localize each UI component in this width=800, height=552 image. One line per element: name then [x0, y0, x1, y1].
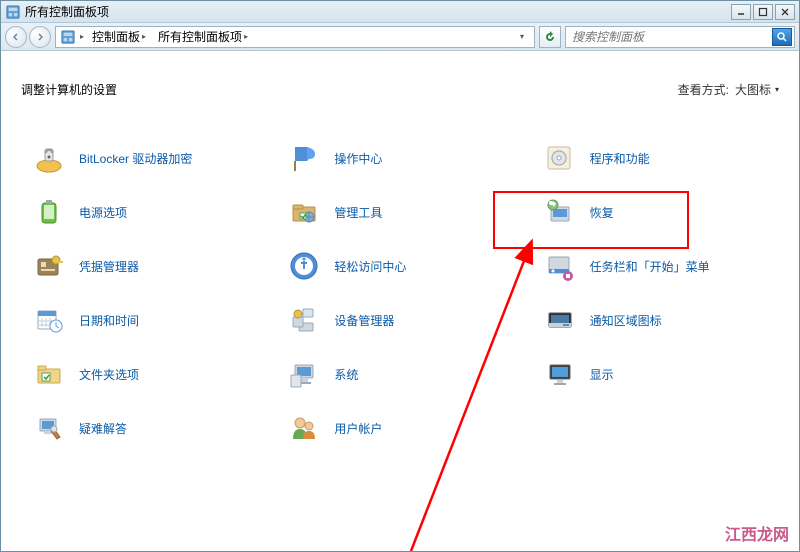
- minimize-button[interactable]: [731, 4, 751, 20]
- chevron-right-icon[interactable]: ▸: [142, 32, 146, 41]
- titlebar: 所有控制面板项: [1, 1, 799, 23]
- cp-item-label: 电源选项: [79, 204, 127, 221]
- items-grid: BitLocker 驱动器加密 操作中心 程序和功能 电源选项 管理工具 恢复 …: [21, 138, 779, 448]
- breadcrumb[interactable]: ▸ 控制面板 ▸ 所有控制面板项 ▸ ▾: [55, 26, 535, 48]
- taskbar-icon: [542, 248, 578, 284]
- admin-tools-icon: [286, 194, 322, 230]
- cp-item-label: BitLocker 驱动器加密: [79, 150, 192, 167]
- cp-item-label: 轻松访问中心: [334, 258, 406, 275]
- watermark: 江西龙网: [725, 521, 789, 545]
- cp-item-label: 文件夹选项: [79, 366, 139, 383]
- cp-item-label: 通知区域图标: [590, 312, 662, 329]
- nav-forward-button[interactable]: [29, 26, 51, 48]
- cp-item-action-center[interactable]: 操作中心: [282, 138, 517, 178]
- cp-item-label: 管理工具: [334, 204, 382, 221]
- cp-item-device-mgr[interactable]: 设备管理器: [282, 300, 517, 340]
- power-icon: [31, 194, 67, 230]
- refresh-button[interactable]: [539, 26, 561, 48]
- bitlocker-icon: [31, 140, 67, 176]
- view-value: 大图标: [735, 81, 771, 98]
- folder-icon: [31, 356, 67, 392]
- cp-item-label: 用户帐户: [334, 420, 382, 437]
- cp-item-programs[interactable]: 程序和功能: [538, 138, 773, 178]
- credentials-icon: [31, 248, 67, 284]
- troubleshoot-icon: [31, 410, 67, 446]
- cp-item-credentials[interactable]: 凭据管理器: [27, 246, 262, 286]
- breadcrumb-label: 控制面板: [92, 28, 140, 45]
- search-input[interactable]: [568, 30, 772, 44]
- window-controls: [731, 4, 795, 20]
- breadcrumb-label: 所有控制面板项: [158, 28, 242, 45]
- cp-item-notification[interactable]: 通知区域图标: [538, 300, 773, 340]
- recovery-icon: [542, 194, 578, 230]
- cp-item-user[interactable]: 用户帐户: [282, 408, 517, 448]
- cp-item-label: 程序和功能: [590, 150, 650, 167]
- breadcrumb-seg-all-items[interactable]: 所有控制面板项 ▸: [154, 26, 252, 47]
- cp-item-label: 疑难解答: [79, 420, 127, 437]
- control-panel-window: 所有控制面板项 ▸: [0, 0, 800, 552]
- cp-item-label: 设备管理器: [334, 312, 394, 329]
- system-icon: [286, 356, 322, 392]
- cp-item-datetime[interactable]: 日期和时间: [27, 300, 262, 340]
- cp-item-power[interactable]: 电源选项: [27, 192, 262, 232]
- control-panel-icon: [5, 4, 21, 20]
- view-control: 查看方式: 大图标 ▾: [678, 81, 779, 98]
- programs-icon: [542, 140, 578, 176]
- user-icon: [286, 410, 322, 446]
- cp-item-label: 显示: [590, 366, 614, 383]
- datetime-icon: [31, 302, 67, 338]
- notification-icon: [542, 302, 578, 338]
- cp-item-taskbar[interactable]: 任务栏和「开始」菜单: [538, 246, 773, 286]
- breadcrumb-seg-control-panel[interactable]: 控制面板 ▸: [88, 26, 150, 47]
- content-area: 调整计算机的设置 查看方式: 大图标 ▾ BitLocker 驱动器加密 操作中…: [1, 51, 799, 551]
- cp-item-display[interactable]: 显示: [538, 354, 773, 394]
- cp-item-admin-tools[interactable]: 管理工具: [282, 192, 517, 232]
- breadcrumb-dropdown-icon[interactable]: ▾: [514, 30, 530, 43]
- cp-item-label: 凭据管理器: [79, 258, 139, 275]
- cp-item-label: 恢复: [590, 204, 614, 221]
- nav-back-button[interactable]: [5, 26, 27, 48]
- cp-item-label: 任务栏和「开始」菜单: [590, 258, 710, 275]
- view-label: 查看方式:: [678, 81, 729, 98]
- close-button[interactable]: [775, 4, 795, 20]
- page-heading: 调整计算机的设置: [21, 81, 117, 98]
- window-title: 所有控制面板项: [25, 3, 731, 20]
- device-mgr-icon: [286, 302, 322, 338]
- chevron-right-icon[interactable]: ▸: [244, 32, 248, 41]
- cp-item-bitlocker[interactable]: BitLocker 驱动器加密: [27, 138, 262, 178]
- cp-item-label: 操作中心: [334, 150, 382, 167]
- content-header: 调整计算机的设置 查看方式: 大图标 ▾: [21, 81, 779, 98]
- cp-item-ease-access[interactable]: 轻松访问中心: [282, 246, 517, 286]
- cp-item-label: 日期和时间: [79, 312, 139, 329]
- display-icon: [542, 356, 578, 392]
- nav-toolbar: ▸ 控制面板 ▸ 所有控制面板项 ▸ ▾: [1, 23, 799, 51]
- view-dropdown[interactable]: 大图标 ▾: [735, 81, 779, 98]
- cp-item-label: 系统: [334, 366, 358, 383]
- ease-access-icon: [286, 248, 322, 284]
- search-button[interactable]: [772, 28, 792, 46]
- chevron-right-icon[interactable]: ▸: [80, 32, 84, 41]
- cp-item-system[interactable]: 系统: [282, 354, 517, 394]
- control-panel-icon: [60, 29, 76, 45]
- search-box[interactable]: [565, 26, 795, 48]
- cp-item-recovery[interactable]: 恢复: [538, 192, 773, 232]
- cp-item-troubleshoot[interactable]: 疑难解答: [27, 408, 262, 448]
- cp-item-folder[interactable]: 文件夹选项: [27, 354, 262, 394]
- chevron-down-icon: ▾: [775, 85, 779, 94]
- action-center-icon: [286, 140, 322, 176]
- maximize-button[interactable]: [753, 4, 773, 20]
